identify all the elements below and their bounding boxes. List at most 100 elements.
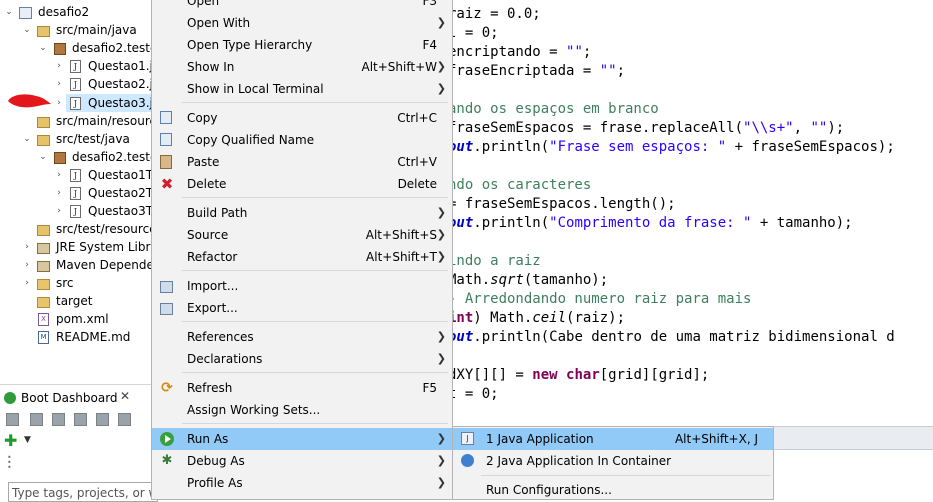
menu-item-refactor[interactable]: Refactor Alt+Shift+T ❯: [152, 246, 452, 268]
tree-item-package[interactable]: ⌄ desafio2.teste: [0, 39, 152, 57]
tree-item-java-file[interactable]: › J Questao1Teste.java: [0, 166, 152, 184]
tree-item-label: Maven Dependencies: [56, 258, 152, 272]
tree-item-package[interactable]: ⌄ desafio2.teste: [0, 148, 152, 166]
container-icon: [461, 454, 474, 467]
collapse-icon[interactable]: ⌄: [38, 148, 48, 166]
tree-item-label: Questao2Teste.java: [88, 186, 152, 200]
expand-icon[interactable]: ›: [54, 75, 64, 93]
collapse-icon[interactable]: ⌄: [38, 39, 48, 57]
boot-dashboard-panel: Boot Dashboard ✕ ✚ ▼ • • • Type tags, proj…: [0, 384, 158, 502]
tree-item-project[interactable]: ⌄ desafio2: [0, 3, 152, 21]
submenu-arrow-icon: ❯: [436, 476, 446, 489]
collapse-icon[interactable]: ⌄: [22, 21, 32, 39]
console-icon[interactable]: [96, 413, 109, 426]
menu-separator: [182, 372, 448, 373]
tree-item-readme[interactable]: M README.md: [0, 328, 152, 346]
code-comment-line: - Arredondando numero raiz para mais: [448, 291, 752, 307]
add-icon[interactable]: ✚: [4, 433, 17, 449]
menu-item-open-type-hierarchy[interactable]: Open Type Hierarchy F4: [152, 34, 452, 56]
tree-item-src[interactable]: › src: [0, 274, 152, 292]
menu-item-references[interactable]: References ❯: [152, 326, 452, 348]
code-line: l = 0;: [448, 25, 499, 41]
tree-item-src-main-java[interactable]: ⌄ src/main/java: [0, 21, 152, 39]
stop-icon[interactable]: [52, 413, 65, 426]
java-file-icon: J: [70, 97, 81, 110]
code-line: raiz = 0.0;: [448, 6, 541, 22]
menu-item-import[interactable]: Import...: [152, 275, 452, 297]
code-line: = fraseSemEspacos.length();: [448, 196, 676, 212]
code-line: out.println("Comprimento da frase: " + t…: [448, 215, 853, 231]
java-file-icon: J: [70, 205, 81, 218]
tree-item-src-main-resources[interactable]: src/main/resources: [0, 112, 152, 130]
tree-item-java-file-selected[interactable]: J Questao3.java: [66, 94, 152, 112]
menu-item-copy-qualified-name[interactable]: Copy Qualified Name: [152, 129, 452, 151]
code-line: fraseEncriptada = "";: [448, 63, 626, 79]
expand-icon[interactable]: ›: [54, 166, 64, 184]
tree-item-pom[interactable]: X pom.xml: [0, 310, 152, 328]
expand-icon[interactable]: ›: [54, 57, 64, 75]
export-icon: [160, 303, 173, 315]
tree-item-src-test-java[interactable]: ⌄ src/test/java: [0, 130, 152, 148]
dropdown-arrow-icon[interactable]: ▼: [24, 435, 31, 445]
menu-item-java-application[interactable]: J 1 Java Application Alt+Shift+X, J: [453, 428, 773, 450]
menu-item-show-in-local-terminal[interactable]: Show in Local Terminal ❯: [152, 78, 452, 100]
expand-icon[interactable]: ›: [22, 274, 32, 292]
drag-handle-icon[interactable]: • • •: [7, 454, 12, 472]
tree-item-maven-dependencies[interactable]: › Maven Dependencies: [0, 256, 152, 274]
menu-item-run-configurations[interactable]: Run Configurations...: [453, 479, 773, 501]
collapse-icon[interactable]: ⌄: [4, 3, 14, 21]
menu-item-debug-as[interactable]: ✱ Debug As ❯: [152, 450, 452, 472]
boot-filter-input[interactable]: Type tags, projects, or working set name…: [8, 482, 158, 502]
menu-item-paste[interactable]: Paste Ctrl+V: [152, 151, 452, 173]
code-editor[interactable]: raiz = 0.0; l = 0; encriptando = ""; fra…: [448, 0, 933, 420]
menu-item-build-path[interactable]: Build Path ❯: [152, 202, 452, 224]
debug-icon[interactable]: [30, 413, 43, 426]
menu-item-show-in[interactable]: Show In Alt+Shift+W ❯: [152, 56, 452, 78]
code-line: encriptando = "";: [448, 44, 592, 60]
tree-item-src-test-resources[interactable]: src/test/resources: [0, 220, 152, 238]
code-line: dXY[][] = new char[grid][grid];: [448, 367, 710, 383]
menu-item-delete[interactable]: ✖ Delete Delete: [152, 173, 452, 195]
close-icon[interactable]: ✕: [120, 389, 130, 403]
menu-item-run-as[interactable]: Run As ❯: [152, 428, 452, 450]
source-folder-icon: [37, 117, 50, 128]
menu-item-open-with[interactable]: Open With ❯: [152, 12, 452, 34]
expand-icon[interactable]: ›: [54, 94, 64, 112]
cloud-icon[interactable]: [118, 413, 131, 426]
menu-item-refresh[interactable]: ⟳ Refresh F5: [152, 377, 452, 399]
java-file-icon: J: [70, 187, 81, 200]
menu-item-profile-as[interactable]: Profile As ❯: [152, 472, 452, 494]
expand-icon[interactable]: ›: [54, 202, 64, 220]
code-line: t = 0;: [448, 386, 499, 402]
open-browser-icon[interactable]: [74, 413, 87, 426]
library-icon: [37, 261, 50, 272]
submenu-arrow-icon: ❯: [436, 250, 446, 263]
menu-item-assign-working-sets[interactable]: Assign Working Sets...: [152, 399, 452, 421]
tree-item-target[interactable]: target: [0, 292, 152, 310]
tree-item-label: Questao3.java: [88, 96, 152, 110]
menu-item-declarations[interactable]: Declarations ❯: [152, 348, 452, 370]
expand-icon[interactable]: ›: [22, 256, 32, 274]
paste-icon: [160, 155, 172, 169]
tree-item-java-file[interactable]: › J Questao3Teste.java: [0, 202, 152, 220]
tree-item-label: target: [56, 294, 93, 308]
menu-separator: [182, 197, 448, 198]
tree-item-jre-library[interactable]: › JRE System Library: [0, 238, 152, 256]
menu-item-source[interactable]: Source Alt+Shift+S ❯: [152, 224, 452, 246]
menu-item-open[interactable]: Open F3: [152, 0, 452, 12]
code-line: out.println("Frase sem espaços: " + fras…: [448, 139, 895, 155]
menu-item-java-application-in-container[interactable]: 2 Java Application In Container: [453, 450, 773, 472]
menu-separator: [182, 423, 448, 424]
tree-item-java-file[interactable]: › J Questao2.java: [0, 75, 152, 93]
menu-item-copy[interactable]: Copy Ctrl+C: [152, 107, 452, 129]
tree-item-java-file[interactable]: › J Questao1.java: [0, 57, 152, 75]
expand-icon[interactable]: ›: [22, 238, 32, 256]
expand-icon[interactable]: ›: [54, 184, 64, 202]
tree-item-label: src/main/java: [56, 23, 137, 37]
menu-item-export[interactable]: Export...: [152, 297, 452, 319]
source-folder-icon: [37, 225, 50, 236]
collapse-icon[interactable]: ⌄: [22, 130, 32, 148]
tree-item-java-file[interactable]: › J Questao2Teste.java: [0, 184, 152, 202]
start-icon[interactable]: [6, 413, 19, 426]
tree-item-label: Questao1Teste.java: [88, 168, 152, 182]
